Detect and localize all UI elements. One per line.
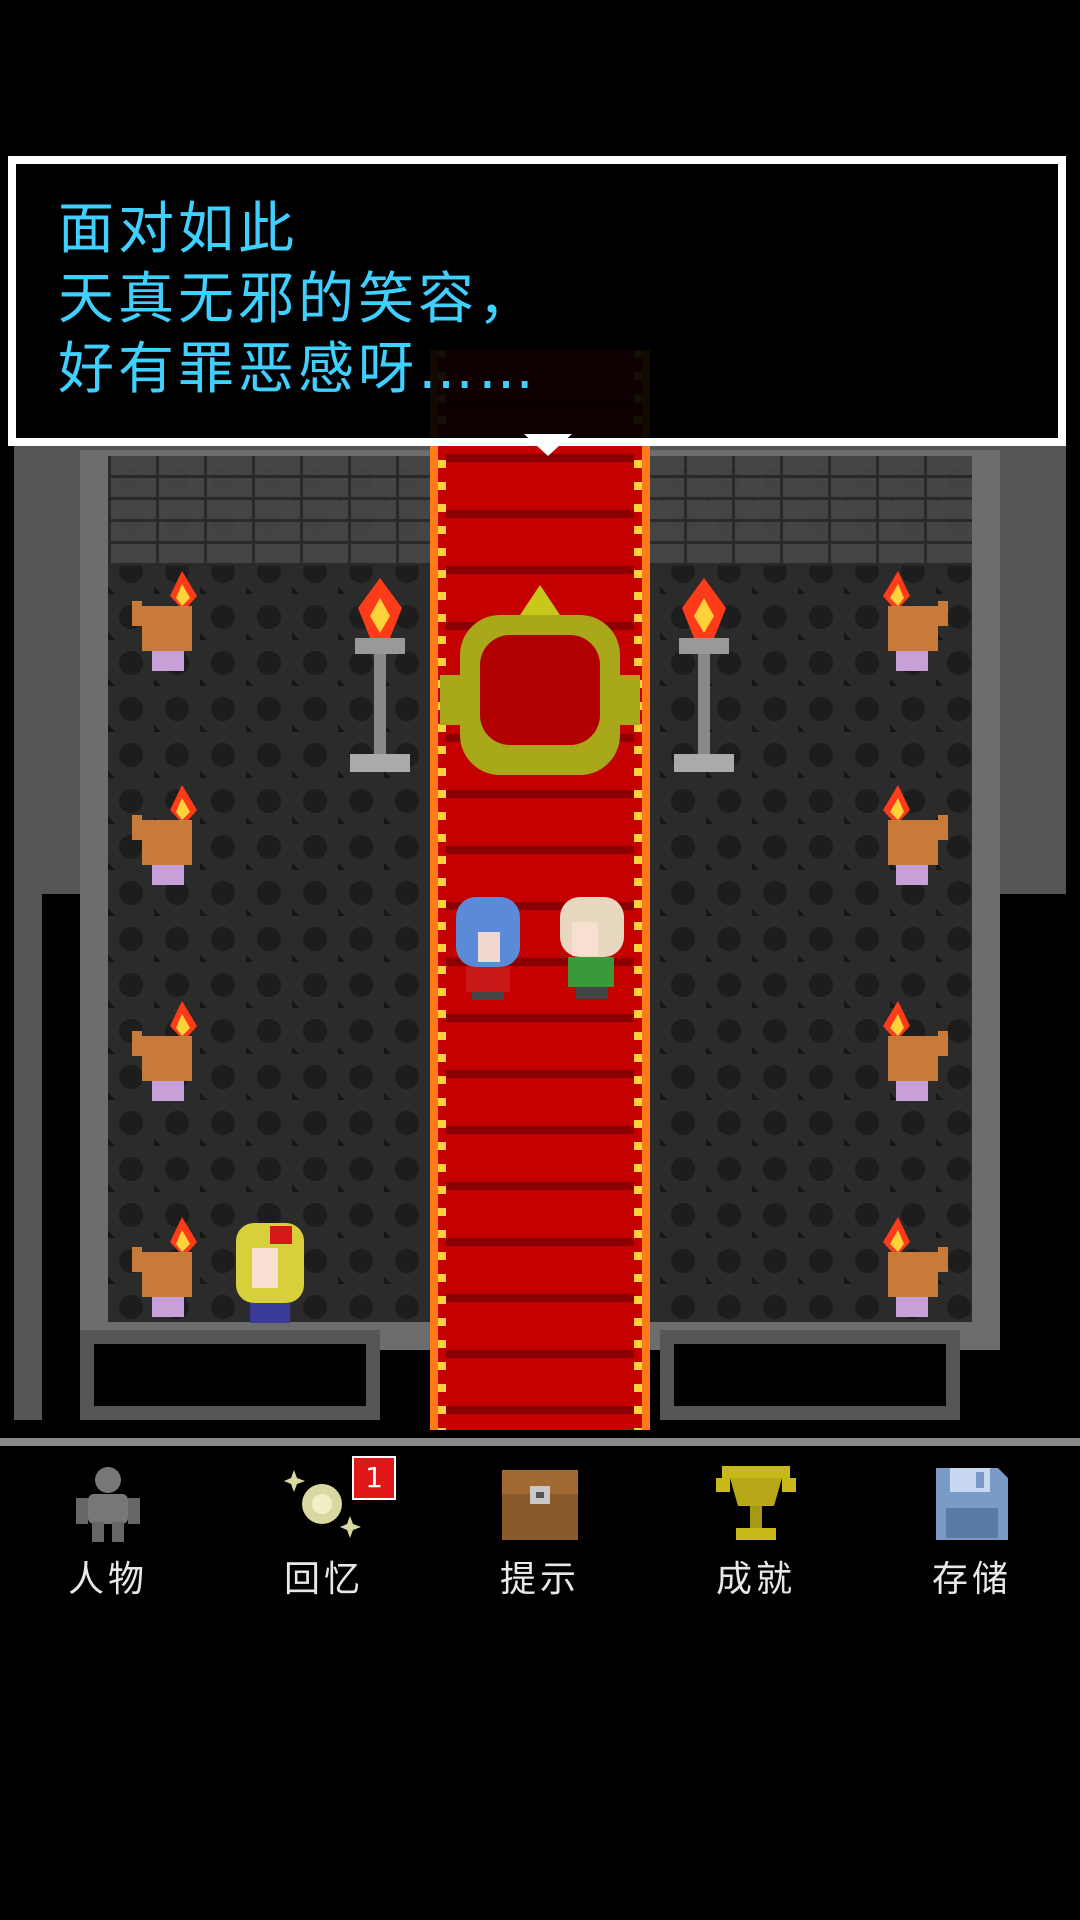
blonde-girl-sprite[interactable] [230, 1218, 310, 1328]
hand-torch-icon [883, 1217, 948, 1317]
menu-save-button[interactable]: 存储 [864, 1446, 1080, 1646]
dialogue-line-2: 天真无邪的笑容， [58, 267, 538, 332]
menu-characters-button[interactable]: 人物 [0, 1446, 216, 1646]
trophy-icon [716, 1466, 796, 1540]
floppy-disk-icon [936, 1468, 1008, 1540]
hand-torch-icon [883, 785, 948, 885]
dialogue-line-3: 好有罪恶感呀…… [58, 337, 538, 402]
menu-hints-label: 提示 [499, 1559, 580, 1600]
menu-achievements-label: 成就 [715, 1559, 796, 1600]
continue-arrow-icon[interactable] [524, 434, 572, 456]
lower-right-wall [660, 1330, 960, 1420]
menu-characters-label: 人物 [67, 1559, 148, 1600]
person-icon [76, 1467, 140, 1542]
dialogue-line-1: 面对如此 [58, 197, 298, 262]
menu-save-label: 存储 [931, 1559, 1012, 1600]
menu-divider [0, 1438, 1080, 1446]
memories-notification-badge: 1 [352, 1456, 396, 1500]
hand-torch-icon [132, 785, 197, 885]
brazier-stand-icon [350, 578, 410, 772]
hand-torch-icon [132, 1001, 197, 1101]
hand-torch-icon [883, 571, 948, 671]
hand-torch-icon [883, 1001, 948, 1101]
bottom-menu: 人物 回忆 提示 成就 存储 [0, 1446, 1080, 1646]
menu-memories-button[interactable]: 回忆 [216, 1446, 432, 1646]
red-carpet [430, 350, 650, 1430]
treasure-chest-icon [502, 1470, 578, 1540]
blue-haired-girl-sprite[interactable] [448, 892, 528, 1002]
lower-left-wall [80, 1330, 380, 1420]
dialogue-box[interactable]: 面对如此 天真无邪的笑容， 好有罪恶感呀…… [8, 156, 1066, 456]
menu-hints-button[interactable]: 提示 [432, 1446, 648, 1646]
menu-memories-label: 回忆 [283, 1559, 364, 1600]
golden-throne-icon[interactable] [440, 585, 640, 785]
white-haired-boy-sprite[interactable] [552, 892, 632, 1002]
menu-achievements-button[interactable]: 成就 [648, 1446, 864, 1646]
hand-torch-icon [132, 571, 197, 671]
hand-torch-icon [132, 1217, 197, 1317]
brazier-stand-icon [674, 578, 734, 772]
